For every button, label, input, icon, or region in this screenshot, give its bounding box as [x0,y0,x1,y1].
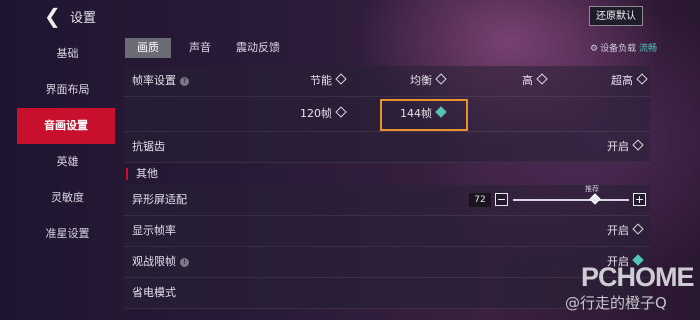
page-title: 设置 [70,11,97,26]
diamond-icon [632,139,644,151]
antialias-row[interactable]: 抗锯齿 开启 [124,132,650,163]
slider-thumb[interactable] [589,193,601,205]
weibo-watermark: @行走的橙子Q [565,294,667,312]
gear-icon: ⚙ [590,44,599,54]
pchome-logo: PCHOME [581,262,695,292]
frame-rate-label-text: 帧率设置 [132,74,176,87]
reset-default-button[interactable]: 还原默认 [589,6,643,26]
sidebar-item-layout[interactable]: 界面布局 [20,72,115,108]
section-header-other: 其他 [124,163,650,185]
power-save-label: 省电模式 [132,286,176,299]
slider-track[interactable] [513,199,629,201]
sidebar: 基础 界面布局 音画设置 英雄 灵敏度 准星设置 [17,36,115,252]
screen-adapt-slider[interactable]: 72 − 推荐 + [469,185,649,215]
antialias-value-text: 开启 [607,140,629,153]
sidebar-item-crosshair[interactable]: 准星设置 [20,216,115,252]
back-chevron-icon[interactable]: ❮ [44,5,66,27]
screen-adapt-value: 72 [469,193,491,207]
quality-option-label: 高 [522,74,533,87]
help-icon[interactable]: ? [180,77,189,86]
diamond-icon [636,73,648,85]
show-fps-row[interactable]: 显示帧率 开启 [124,216,650,247]
diamond-icon [536,73,548,85]
device-load-value: 流畅 [638,44,657,54]
tab-vibration[interactable]: 震动反馈 [229,38,287,58]
device-load-label: 设备负载 [600,44,637,54]
sidebar-item-sensitivity[interactable]: 灵敏度 [20,180,115,216]
sidebar-item-basic[interactable]: 基础 [20,36,115,72]
antialias-value: 开启 [607,132,644,162]
diamond-icon [632,223,644,235]
tab-graphics[interactable]: 画质 [125,38,171,58]
quality-option-label: 超高 [611,74,633,87]
show-fps-label: 显示帧率 [132,224,176,237]
diamond-icon [335,73,347,85]
diamond-icon [335,106,347,118]
quality-option-power-save[interactable]: 节能 [310,66,347,96]
help-icon[interactable]: ! [180,258,189,267]
frame-rate-label: 帧率设置? [132,66,189,96]
quality-option-label: 节能 [310,74,332,87]
frame-rate-row: 帧率设置? 节能 均衡 高 超高 [124,66,650,97]
highlight-box [380,99,468,131]
watermark: PCHOME @行走的橙子Q [565,262,700,320]
top-bar: ❮ 设置 还原默认 [0,0,700,32]
quality-option-label: 均衡 [410,74,432,87]
sidebar-item-audio-video[interactable]: 音画设置 [17,108,115,144]
fps-option-label: 120帧 [300,107,332,120]
show-fps-value: 开启 [607,216,644,246]
device-load-indicator: ⚙ 设备负载 流畅 [590,41,657,54]
screen-adapt-row: 异形屏适配 72 − 推荐 + [124,185,650,216]
spectate-limit-label-text: 观战限帧 [132,255,176,268]
screen-adapt-label: 异形屏适配 [132,193,187,206]
diamond-icon [435,73,447,85]
antialias-label: 抗锯齿 [132,140,165,153]
spectate-limit-label: 观战限帧! [132,247,189,277]
quality-option-balanced[interactable]: 均衡 [410,66,447,96]
quality-option-high[interactable]: 高 [522,66,548,96]
plus-button[interactable]: + [633,193,646,206]
fps-option-120[interactable]: 120帧 [300,97,347,131]
show-fps-value-text: 开启 [607,224,629,237]
quality-option-ultra[interactable]: 超高 [611,66,648,96]
recommend-label: 推荐 [585,185,599,193]
minus-button[interactable]: − [495,193,508,206]
sidebar-item-hero[interactable]: 英雄 [20,144,115,180]
tab-sound[interactable]: 声音 [177,38,223,58]
